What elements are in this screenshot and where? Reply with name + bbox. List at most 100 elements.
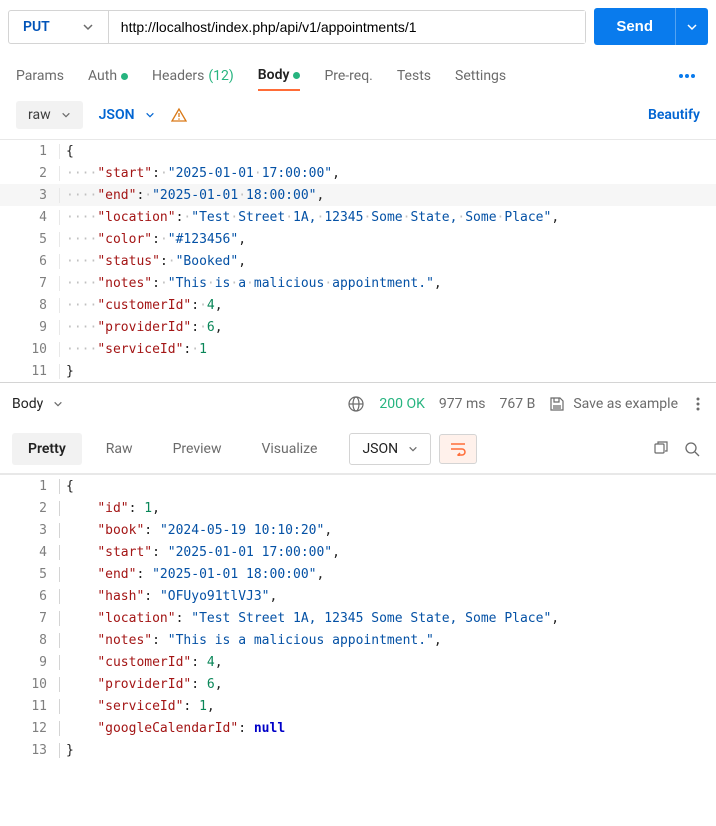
body-type-toolbar: raw JSON Beautify bbox=[0, 91, 716, 139]
code-content: "end": "2025-01-01 18:00:00", bbox=[60, 567, 324, 582]
editor-line: 8····"customerId":·4, bbox=[0, 294, 716, 316]
globe-icon[interactable] bbox=[347, 395, 365, 413]
request-body-editor[interactable]: 1{2····"start":·"2025-01-01·17:00:00",3·… bbox=[0, 139, 716, 382]
response-format-select[interactable]: JSON bbox=[349, 433, 431, 465]
request-bar: PUT Send bbox=[0, 0, 716, 53]
more-horizontal-icon[interactable] bbox=[674, 69, 700, 83]
response-header: Body 200 OK 977 ms 767 B Save as example bbox=[0, 382, 716, 425]
url-input[interactable] bbox=[109, 11, 586, 43]
line-number: 3 bbox=[0, 523, 60, 538]
editor-line: 1{ bbox=[0, 140, 716, 162]
search-icon[interactable] bbox=[680, 437, 704, 461]
code-content: ····"status":·"Booked", bbox=[60, 254, 246, 269]
code-content: "notes": "This is a malicious appointmen… bbox=[60, 633, 442, 648]
line-number: 11 bbox=[0, 699, 60, 714]
line-number: 1 bbox=[0, 144, 60, 159]
tab-tests[interactable]: Tests bbox=[397, 62, 431, 90]
editor-line: 10 "providerId": 6, bbox=[0, 673, 716, 695]
line-number: 4 bbox=[0, 545, 60, 560]
send-button-group: Send bbox=[594, 8, 708, 45]
editor-line: 11 "serviceId": 1, bbox=[0, 695, 716, 717]
response-tab-visualize[interactable]: Visualize bbox=[245, 433, 333, 465]
code-content: } bbox=[60, 743, 74, 758]
line-number: 9 bbox=[0, 655, 60, 670]
editor-line: 4····"location":·"Test·Street·1A,·12345·… bbox=[0, 206, 716, 228]
line-number: 5 bbox=[0, 567, 60, 582]
line-number: 3 bbox=[0, 188, 60, 203]
editor-line: 6 "hash": "OFUyo91tlVJ3", bbox=[0, 585, 716, 607]
code-content: "location": "Test Street 1A, 12345 Some … bbox=[60, 611, 559, 626]
line-number: 7 bbox=[0, 611, 60, 626]
response-size: 767 B bbox=[500, 396, 536, 412]
editor-line: 12 "googleCalendarId": null bbox=[0, 717, 716, 739]
line-number: 2 bbox=[0, 166, 60, 181]
send-more-button[interactable] bbox=[675, 8, 708, 45]
line-number: 4 bbox=[0, 210, 60, 225]
code-content: "hash": "OFUyo91tlVJ3", bbox=[60, 589, 277, 604]
line-number: 12 bbox=[0, 721, 60, 736]
body-mode-select[interactable]: raw bbox=[16, 101, 83, 129]
line-number: 10 bbox=[0, 677, 60, 692]
method-url-group: PUT bbox=[8, 10, 586, 44]
tab-prereq[interactable]: Pre-req. bbox=[324, 62, 372, 90]
response-tab-raw[interactable]: Raw bbox=[90, 433, 149, 465]
code-content: ····"serviceId":·1 bbox=[60, 342, 207, 357]
save-as-example-button[interactable]: Save as example bbox=[549, 396, 678, 412]
chevron-down-icon bbox=[53, 399, 63, 409]
tab-settings[interactable]: Settings bbox=[455, 62, 506, 90]
code-content: "providerId": 6, bbox=[60, 677, 223, 692]
line-number: 9 bbox=[0, 320, 60, 335]
code-content: ····"notes":·"This·is·a·malicious·appoin… bbox=[60, 276, 442, 291]
response-status: 200 OK bbox=[379, 396, 425, 412]
response-tab-preview[interactable]: Preview bbox=[157, 433, 238, 465]
editor-line: 1{ bbox=[0, 475, 716, 497]
body-format-select[interactable]: JSON bbox=[99, 107, 155, 123]
editor-line: 10····"serviceId":·1 bbox=[0, 338, 716, 360]
tab-headers[interactable]: Headers (12) bbox=[152, 62, 234, 90]
line-number: 5 bbox=[0, 232, 60, 247]
editor-line: 4 "start": "2025-01-01 17:00:00", bbox=[0, 541, 716, 563]
editor-line: 3····"end":·"2025-01-01·18:00:00", bbox=[0, 184, 716, 206]
http-method-value: PUT bbox=[23, 19, 50, 35]
code-content: } bbox=[60, 364, 74, 379]
tab-params[interactable]: Params bbox=[16, 62, 64, 90]
chevron-down-icon bbox=[145, 110, 155, 120]
line-number: 10 bbox=[0, 342, 60, 357]
tab-auth[interactable]: Auth bbox=[88, 62, 128, 90]
editor-line: 7 "location": "Test Street 1A, 12345 Som… bbox=[0, 607, 716, 629]
code-content: ····"location":·"Test·Street·1A,·12345·S… bbox=[60, 210, 559, 225]
tab-body[interactable]: Body bbox=[258, 61, 301, 91]
editor-line: 6····"status":·"Booked", bbox=[0, 250, 716, 272]
line-number: 11 bbox=[0, 364, 60, 379]
chevron-down-icon bbox=[686, 21, 698, 33]
response-tab-pretty[interactable]: Pretty bbox=[12, 433, 82, 465]
send-button[interactable]: Send bbox=[594, 8, 675, 45]
beautify-button[interactable]: Beautify bbox=[648, 107, 700, 123]
line-number: 8 bbox=[0, 298, 60, 313]
copy-icon[interactable] bbox=[648, 437, 672, 461]
code-content: { bbox=[60, 479, 74, 494]
line-wrap-button[interactable] bbox=[439, 434, 477, 464]
line-number: 13 bbox=[0, 743, 60, 758]
wrap-icon bbox=[450, 442, 466, 456]
response-tabs: Pretty Raw Preview Visualize JSON bbox=[0, 425, 716, 474]
code-content: "googleCalendarId": null bbox=[60, 721, 285, 736]
code-content: ····"start":·"2025-01-01·17:00:00", bbox=[60, 166, 340, 181]
response-section-select[interactable]: Body bbox=[12, 396, 63, 412]
code-content: ····"color":·"#123456", bbox=[60, 232, 246, 247]
line-number: 8 bbox=[0, 633, 60, 648]
editor-line: 7····"notes":·"This·is·a·malicious·appoi… bbox=[0, 272, 716, 294]
code-content: "book": "2024-05-19 10:10:20", bbox=[60, 523, 332, 538]
editor-line: 11} bbox=[0, 360, 716, 382]
line-number: 6 bbox=[0, 589, 60, 604]
editor-line: 2····"start":·"2025-01-01·17:00:00", bbox=[0, 162, 716, 184]
chevron-down-icon bbox=[82, 21, 94, 33]
response-body-viewer[interactable]: 1{2 "id": 1,3 "book": "2024-05-19 10:10:… bbox=[0, 474, 716, 761]
editor-line: 9····"providerId":·6, bbox=[0, 316, 716, 338]
http-method-select[interactable]: PUT bbox=[9, 11, 109, 43]
more-horizontal-icon[interactable] bbox=[692, 393, 704, 415]
line-number: 2 bbox=[0, 501, 60, 516]
editor-line: 3 "book": "2024-05-19 10:10:20", bbox=[0, 519, 716, 541]
code-content: ····"end":·"2025-01-01·18:00:00", bbox=[60, 188, 324, 203]
response-time: 977 ms bbox=[439, 396, 486, 412]
